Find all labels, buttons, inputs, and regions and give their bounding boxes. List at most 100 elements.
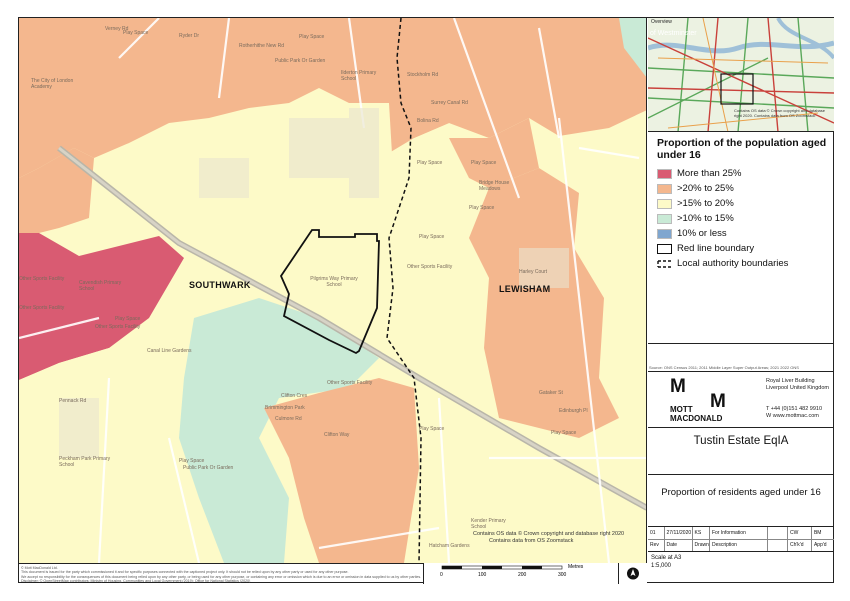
legend-item: Local authority boundaries bbox=[657, 256, 834, 271]
map-label: Surrey Canal Rd bbox=[431, 100, 468, 106]
map-label: Other Sports Facility bbox=[19, 305, 65, 311]
logo-letter: M bbox=[670, 376, 686, 397]
map-label: Play Space bbox=[115, 316, 141, 322]
legend-label: >20% to 25% bbox=[677, 183, 734, 194]
scale-label: Scale at A3 bbox=[651, 555, 682, 561]
borough-label-lewisham: LEWISHAM bbox=[499, 284, 551, 294]
legend-item: More than 25% bbox=[657, 166, 834, 181]
map-label: Canal Line Gardens bbox=[147, 348, 192, 354]
legend-label: Red line boundary bbox=[677, 243, 755, 254]
map-label: Other Sports Facility bbox=[95, 324, 141, 330]
rev-cell: 27/11/2020 bbox=[664, 527, 693, 540]
rev-cell: 01 bbox=[648, 527, 665, 540]
scale-bar: Metres 0 100 200 300 bbox=[423, 563, 619, 584]
company-name: MOTT MACDONALD bbox=[670, 405, 723, 423]
rev-header: Description bbox=[709, 539, 768, 551]
map-label-school: Pilgrims Way Primary School bbox=[310, 276, 358, 288]
legend-item: Red line boundary bbox=[657, 241, 834, 256]
map-label: Peckham Park Primary School bbox=[59, 456, 111, 468]
map-label: Clifton Cres bbox=[281, 393, 308, 399]
map-label: Pennack Rd bbox=[59, 398, 87, 404]
scale-tick: 100 bbox=[478, 572, 487, 578]
map-copyright: Contains OS data © Crown copyright and d… bbox=[473, 531, 625, 537]
legend-swatch bbox=[657, 228, 672, 239]
scale-block: Scale at A3 1:5,000 bbox=[648, 552, 834, 584]
map-label: Edinburgh Pl bbox=[559, 408, 588, 414]
rev-header: Drawn bbox=[692, 539, 710, 551]
map-label: Clifton Way bbox=[324, 432, 350, 438]
map-label: Play Space bbox=[179, 458, 205, 464]
company-address: Royal Liver Building Liverpool United Ki… bbox=[766, 378, 829, 391]
map-label: Public Park Or Garden bbox=[275, 58, 326, 64]
legend-item: >10% to 15% bbox=[657, 211, 834, 226]
legend-item: >20% to 25% bbox=[657, 181, 834, 196]
map-label: Verney Rd bbox=[105, 26, 129, 32]
map-label: Harley Court bbox=[519, 269, 548, 275]
map-label: Gataker St bbox=[539, 390, 563, 396]
map-label: Ilderton Primary School bbox=[341, 70, 377, 82]
legend-label: More than 25% bbox=[677, 168, 742, 179]
legend-label: Local authority boundaries bbox=[677, 258, 789, 269]
legend-swatch bbox=[657, 168, 672, 179]
local-authority-boundary-swatch bbox=[657, 259, 671, 268]
map-label: Bridge House Meadows bbox=[479, 180, 510, 192]
map-label: Other Sports Facility bbox=[407, 264, 453, 270]
overview-map[interactable]: Overview of Westminster Contains OS data… bbox=[648, 18, 834, 132]
legend-label: >10% to 15% bbox=[677, 213, 734, 224]
scale-value: 1:5,000 bbox=[651, 563, 672, 569]
map-label: Brimmington Park bbox=[265, 405, 305, 411]
scale-tick: 0 bbox=[440, 572, 443, 578]
rev-cell: KS bbox=[692, 527, 710, 540]
scale-tick: 300 bbox=[558, 572, 567, 578]
scale-units: Metres bbox=[568, 564, 584, 570]
legend-title: Proportion of the population aged under … bbox=[657, 137, 827, 161]
map-label: Rotherhithe New Rd bbox=[239, 43, 285, 49]
rev-cell: BM bbox=[811, 527, 834, 540]
legend-swatch bbox=[657, 213, 672, 224]
rev-header: Date bbox=[664, 539, 693, 551]
data-source-note: Source: ONS Census 2011; 2011 Middle Lay… bbox=[648, 344, 834, 372]
map-label: Other Sports Facility bbox=[327, 380, 373, 386]
legend-item: >15% to 20% bbox=[657, 196, 834, 211]
map-label: Culmore Rd bbox=[275, 416, 302, 422]
map-label: Play Space bbox=[469, 205, 495, 211]
map-label: Play Space bbox=[471, 160, 497, 166]
overview-title: Overview bbox=[651, 19, 672, 25]
map-label: Bolina Rd bbox=[417, 118, 439, 124]
map-label: Hatcham Gardens bbox=[429, 543, 470, 549]
revision-header-row: Rev Date Drawn Description Ch'k'd App'd bbox=[648, 539, 834, 551]
map-sheet: Play Space Ryder Dr Verney Rd Public Par… bbox=[18, 17, 834, 584]
legend-label: >15% to 20% bbox=[677, 198, 734, 209]
map-label: Play Space bbox=[419, 234, 445, 240]
map-label: Cavendish Primary School bbox=[79, 280, 122, 292]
map-label: Other Sports Facility bbox=[19, 276, 65, 282]
company-phone: T +44 (0)151 482 9910 bbox=[766, 406, 823, 412]
drawing-title: Proportion of residents aged under 16 bbox=[648, 475, 834, 527]
map-label: Kender Primary School bbox=[471, 518, 506, 530]
map-label: The City of London Academy bbox=[31, 78, 74, 90]
borough-label-southwark: SOUTHWARK bbox=[189, 280, 251, 290]
map-label: Stockholm Rd bbox=[407, 72, 439, 78]
legend-swatch bbox=[657, 183, 672, 194]
legend-label: 10% or less bbox=[677, 228, 727, 239]
side-panel: Overview of Westminster Contains OS data… bbox=[648, 18, 834, 584]
company-web: W www.mottmac.com bbox=[766, 413, 819, 419]
red-line-boundary-swatch bbox=[657, 243, 672, 254]
project-name: Tustin Estate EqIA bbox=[648, 428, 834, 475]
scale-tick: 200 bbox=[518, 572, 527, 578]
map-label: Play Space bbox=[417, 160, 443, 166]
rev-cell bbox=[767, 527, 788, 540]
map-label: Play Space bbox=[299, 34, 325, 40]
revision-table: 01 27/11/2020 KS For Information CW BM R… bbox=[648, 527, 834, 552]
map-label: Play Space bbox=[419, 426, 445, 432]
map-view[interactable]: Play Space Ryder Dr Verney Rd Public Par… bbox=[19, 18, 647, 563]
rev-header: Rev bbox=[648, 539, 665, 551]
company-block: M M MOTT MACDONALD Royal Liver Building … bbox=[648, 372, 834, 428]
rev-header bbox=[767, 539, 788, 551]
revision-row: 01 27/11/2020 KS For Information CW BM bbox=[648, 527, 834, 540]
legend-item: 10% or less bbox=[657, 226, 834, 241]
legend-swatch bbox=[657, 198, 672, 209]
legend: Proportion of the population aged under … bbox=[648, 132, 834, 344]
rev-cell: For Information bbox=[709, 527, 768, 540]
overview-place-label: of Westminster bbox=[650, 30, 697, 37]
